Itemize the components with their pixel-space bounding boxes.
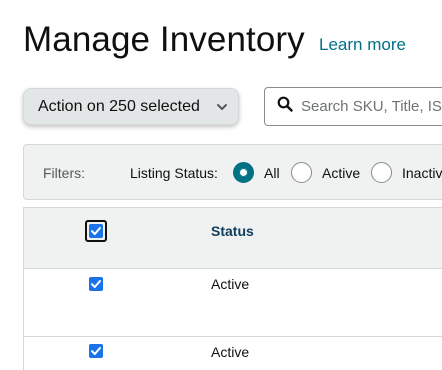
- radio-all[interactable]: [233, 162, 254, 183]
- radio-label-active[interactable]: Active: [322, 165, 360, 181]
- search-input[interactable]: [301, 98, 442, 115]
- select-all-checkbox[interactable]: [85, 220, 107, 242]
- radio-inactive[interactable]: [371, 162, 392, 183]
- row-status: Active: [211, 344, 250, 360]
- page-title: Manage Inventory: [23, 20, 305, 59]
- bulk-action-dropdown[interactable]: Action on 250 selected: [23, 88, 239, 125]
- filters-label: Filters:: [43, 165, 85, 181]
- row-checkbox[interactable]: [89, 277, 103, 291]
- table-header: Status: [24, 207, 442, 269]
- search-box[interactable]: [264, 87, 442, 126]
- learn-more-link[interactable]: Learn more: [319, 35, 406, 55]
- column-header-status[interactable]: Status: [211, 223, 254, 239]
- radio-label-inactive[interactable]: Inactive: [402, 165, 442, 181]
- radio-label-all[interactable]: All: [264, 165, 280, 181]
- table-row: Active: [24, 269, 442, 337]
- listing-status-label: Listing Status:: [130, 165, 218, 181]
- row-checkbox[interactable]: [89, 344, 103, 358]
- search-icon: [277, 96, 293, 117]
- chevron-down-icon: [216, 100, 228, 118]
- radio-active[interactable]: [291, 162, 312, 183]
- bulk-action-label: Action on 250 selected: [38, 97, 200, 115]
- table-row: Active: [24, 337, 442, 370]
- filters-bar: Filters: Listing Status: All Active Inac…: [23, 144, 442, 200]
- inventory-table: Status Active Active: [23, 207, 442, 370]
- checkbox-checked-icon: [89, 224, 103, 238]
- row-status: Active: [211, 276, 250, 292]
